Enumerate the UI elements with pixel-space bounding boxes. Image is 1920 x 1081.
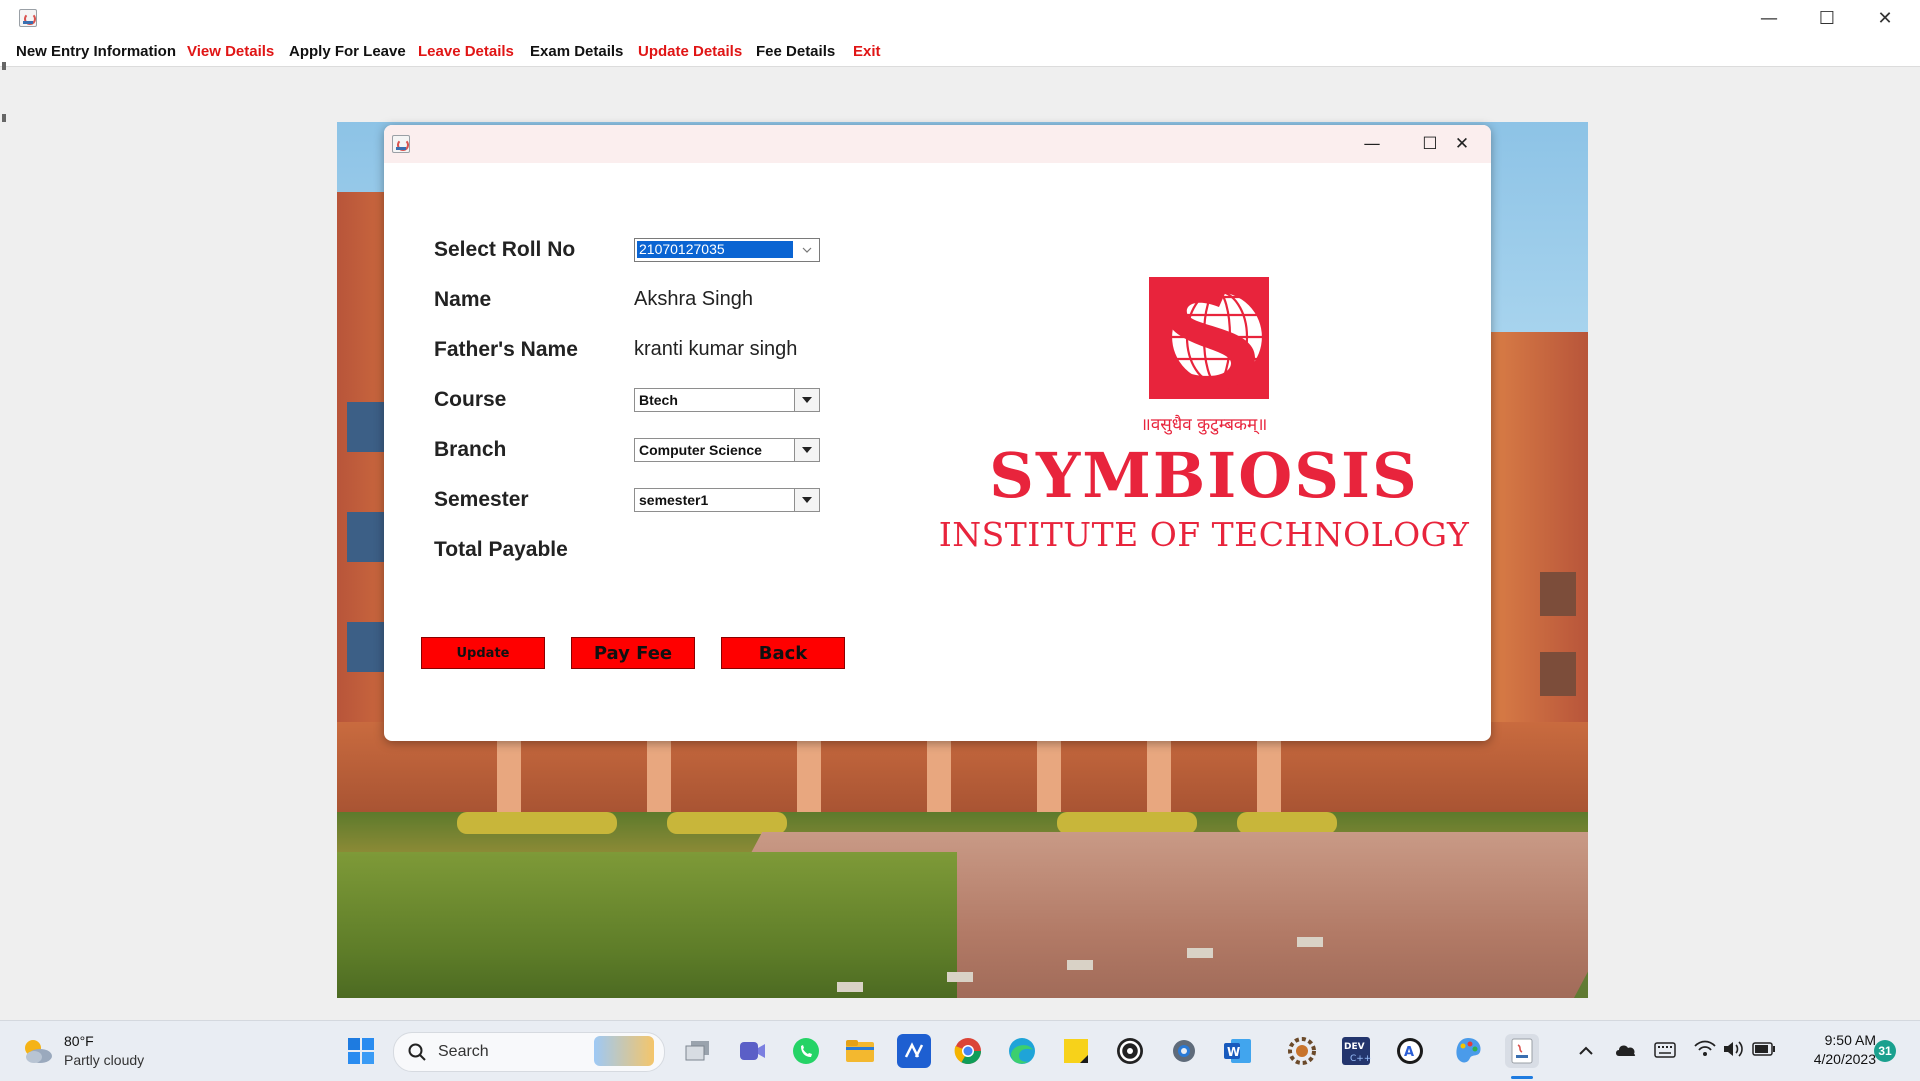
dropdown-arrow-icon[interactable] bbox=[794, 389, 819, 411]
chrome-icon[interactable] bbox=[951, 1034, 985, 1068]
roll-no-value: 21070127035 bbox=[637, 241, 793, 258]
symbiosis-emblem-icon bbox=[1149, 277, 1269, 399]
svg-text:C++: C++ bbox=[1350, 1054, 1371, 1064]
main-title-bar: — ☐ ✕ bbox=[0, 0, 1920, 37]
course-value: Btech bbox=[639, 392, 678, 408]
active-app-indicator bbox=[1511, 1076, 1533, 1079]
dropdown-arrow-icon[interactable] bbox=[794, 439, 819, 461]
back-button[interactable]: Back bbox=[721, 637, 845, 669]
settings-icon[interactable] bbox=[1167, 1034, 1201, 1068]
weather-widget[interactable]: 80°F Partly cloudy bbox=[20, 1031, 160, 1071]
menu-exam-details[interactable]: Exam Details bbox=[530, 43, 623, 60]
menu-update-details[interactable]: Update Details bbox=[638, 43, 742, 60]
branch-select[interactable]: Computer Science bbox=[634, 438, 820, 462]
partly-cloudy-icon bbox=[25, 1040, 52, 1063]
dialog-close-button[interactable]: ✕ bbox=[1433, 125, 1491, 163]
pay-fee-button[interactable]: Pay Fee bbox=[571, 637, 695, 669]
menu-fee-details[interactable]: Fee Details bbox=[756, 43, 835, 60]
word-icon[interactable]: W bbox=[1221, 1034, 1255, 1068]
name-value: Akshra Singh bbox=[634, 288, 753, 310]
dialog-minimize-button[interactable]: — bbox=[1343, 125, 1401, 163]
obs-icon[interactable] bbox=[1113, 1034, 1147, 1068]
menu-new-entry-information[interactable]: New Entry Information bbox=[16, 43, 176, 60]
devcpp-icon[interactable]: DEV C++ bbox=[1339, 1034, 1373, 1068]
clock[interactable]: 9:50 AM 4/20/2023 bbox=[1790, 1031, 1880, 1071]
edge-icon[interactable] bbox=[1005, 1034, 1039, 1068]
wifi-icon[interactable] bbox=[1694, 1040, 1716, 1063]
show-hidden-icons-chevron-icon[interactable] bbox=[1576, 1041, 1596, 1061]
course-select[interactable]: Btech bbox=[634, 388, 820, 412]
logo-subtitle: INSTITUTE OF TECHNOLOGY bbox=[938, 515, 1470, 554]
task-view-icon[interactable] bbox=[681, 1034, 715, 1068]
menu-exit[interactable]: Exit bbox=[853, 43, 881, 60]
update-button[interactable]: Update bbox=[421, 637, 545, 669]
onedrive-icon[interactable] bbox=[1614, 1041, 1638, 1064]
father-name-value: kranti kumar singh bbox=[634, 338, 798, 360]
taskbar: 80°F Partly cloudy Search W DEV C++ A 9:… bbox=[0, 1020, 1920, 1081]
semester-select[interactable]: semester1 bbox=[634, 488, 820, 512]
svg-text:W: W bbox=[1227, 1045, 1240, 1059]
semester-value: semester1 bbox=[639, 492, 709, 508]
weather-temp: 80°F bbox=[64, 1033, 94, 1049]
file-explorer-icon[interactable] bbox=[843, 1034, 877, 1068]
gear-app-icon[interactable] bbox=[1285, 1034, 1319, 1068]
course-label: Course bbox=[434, 388, 507, 411]
paint-icon[interactable] bbox=[1451, 1034, 1485, 1068]
roll-no-label: Select Roll No bbox=[434, 238, 576, 261]
window-edge-marker bbox=[2, 114, 6, 122]
menu-leave-details[interactable]: Leave Details bbox=[418, 43, 514, 60]
java-icon[interactable] bbox=[1505, 1034, 1539, 1068]
roll-no-select[interactable]: 21070127035 bbox=[634, 238, 820, 262]
svg-text:A: A bbox=[1404, 1045, 1414, 1060]
lawn bbox=[337, 852, 957, 998]
notification-badge[interactable]: 31 bbox=[1874, 1040, 1896, 1062]
weather-condition: Partly cloudy bbox=[64, 1052, 145, 1068]
whatsapp-icon[interactable] bbox=[789, 1034, 823, 1068]
taskbar-search-box[interactable]: Search bbox=[393, 1032, 665, 1072]
chevron-down-icon[interactable] bbox=[795, 239, 819, 261]
menu-view-details[interactable]: View Details bbox=[187, 43, 274, 60]
branch-label: Branch bbox=[434, 438, 507, 461]
dialog-title-bar: — ☐ ✕ bbox=[384, 125, 1491, 163]
logo-name: SYMBIOSIS bbox=[989, 439, 1419, 512]
menu-bar: New Entry Information View Details Apply… bbox=[0, 36, 1920, 67]
logo-motto: ॥वसुधैव कुटुम्बकम्॥ bbox=[1140, 415, 1268, 435]
start-icon[interactable] bbox=[344, 1034, 378, 1068]
name-label: Name bbox=[434, 288, 492, 311]
branch-value: Computer Science bbox=[639, 442, 762, 458]
search-highlight-icon bbox=[594, 1036, 654, 1066]
semester-label: Semester bbox=[434, 488, 529, 511]
teams-icon[interactable] bbox=[735, 1034, 769, 1068]
svg-text:DEV: DEV bbox=[1344, 1042, 1365, 1052]
search-icon bbox=[408, 1043, 426, 1061]
menu-apply-for-leave[interactable]: Apply For Leave bbox=[289, 43, 406, 60]
vscode-icon[interactable] bbox=[897, 1034, 931, 1068]
java-app-icon bbox=[392, 135, 410, 153]
total-payable-label: Total Payable bbox=[434, 538, 568, 561]
app-icon[interactable]: A bbox=[1393, 1034, 1427, 1068]
symbiosis-logo: ॥वसुधैव कुटुम्बकम्॥ SYMBIOSIS INSTITUTE … bbox=[924, 275, 1484, 575]
dropdown-arrow-icon[interactable] bbox=[794, 489, 819, 511]
close-button[interactable]: ✕ bbox=[1856, 0, 1914, 36]
maximize-button[interactable]: ☐ bbox=[1798, 0, 1856, 36]
father-name-label: Father's Name bbox=[434, 338, 578, 361]
clock-date: 4/20/2023 bbox=[1813, 1051, 1876, 1067]
minimize-button[interactable]: — bbox=[1740, 0, 1798, 36]
battery-icon[interactable] bbox=[1752, 1042, 1776, 1061]
keyboard-icon[interactable] bbox=[1654, 1042, 1676, 1063]
volume-icon[interactable] bbox=[1722, 1040, 1744, 1063]
java-app-icon bbox=[19, 9, 37, 27]
taskbar-search-label: Search bbox=[438, 1043, 489, 1060]
fee-details-dialog: — ☐ ✕ Select Roll No 21070127035 Name Ak… bbox=[384, 125, 1491, 741]
clock-time: 9:50 AM bbox=[1824, 1032, 1876, 1048]
sticky-notes-icon[interactable] bbox=[1059, 1034, 1093, 1068]
window-edge-marker bbox=[2, 62, 6, 70]
